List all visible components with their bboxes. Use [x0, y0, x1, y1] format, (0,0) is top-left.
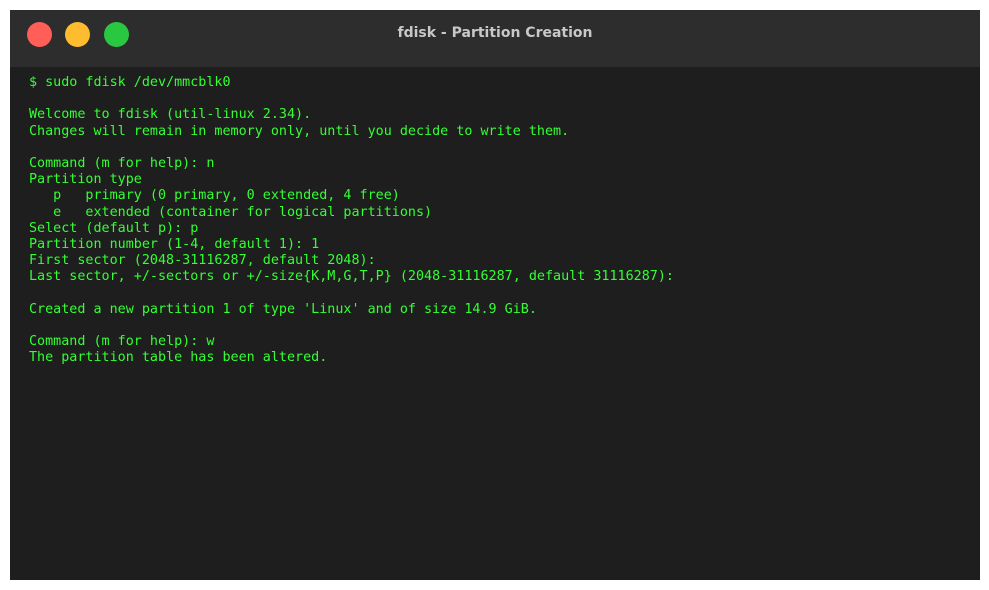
terminal-line-altered: The partition table has been altered.	[29, 350, 328, 366]
terminal-line-created: Created a new partition 1 of type 'Linux…	[29, 301, 537, 317]
terminal-output[interactable]: $ sudo fdisk /dev/mmcblk0 Welcome to fdi…	[29, 75, 969, 570]
terminal-line-first-sector: First sector (2048-31116287, default 204…	[29, 253, 376, 269]
terminal-line-partition-number: Partition number (1-4, default 1): 1	[29, 236, 320, 252]
terminal-line-welcome: Welcome to fdisk (util-linux 2.34).	[29, 107, 312, 123]
terminal-line-option-primary: p primary (0 primary, 0 extended, 4 free…	[29, 188, 400, 204]
terminal-line-warning: Changes will remain in memory only, unti…	[29, 123, 570, 139]
terminal-line-prompt-write: Command (m for help): w	[29, 334, 215, 349]
title-bar[interactable]: fdisk - Partition Creation	[10, 10, 980, 67]
terminal-line-select-type: Select (default p): p	[29, 220, 199, 236]
terminal-line-option-extended: e extended (container for logical partit…	[29, 204, 433, 220]
terminal-line-last-sector: Last sector, +/-sectors or +/-size{K,M,G…	[29, 269, 674, 285]
terminal-line-partition-type: Partition type	[29, 172, 142, 188]
terminal-window: fdisk - Partition Creation $ sudo fdisk …	[10, 10, 980, 580]
terminal-line-command: $ sudo fdisk /dev/mmcblk0	[29, 75, 231, 90]
terminal-line-prompt-new: Command (m for help): n	[29, 155, 215, 171]
window-title: fdisk - Partition Creation	[397, 25, 593, 41]
